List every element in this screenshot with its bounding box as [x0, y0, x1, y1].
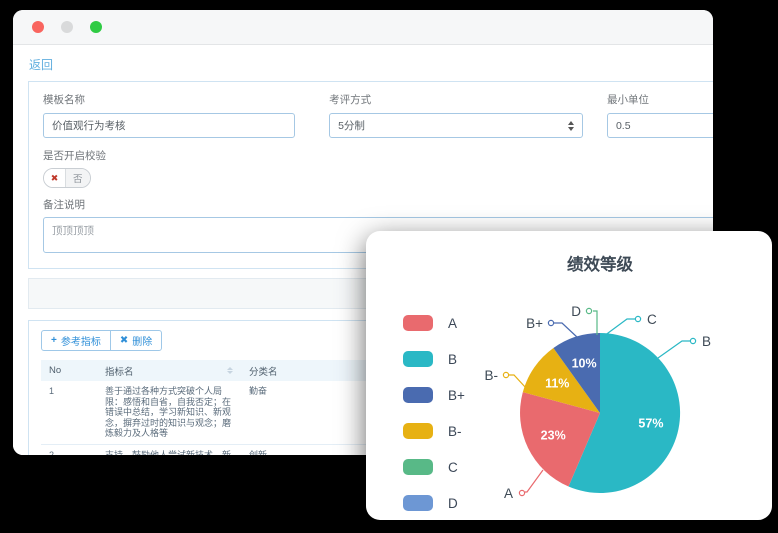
- row-indicator-name: 善于通过各种方式突破个人局限：感悟和自省，自我否定；在错误中总结，学习新知识、新…: [97, 381, 241, 444]
- callout-label-B: B: [702, 334, 711, 349]
- callout-label-A: A: [504, 486, 513, 501]
- back-row: 返回: [13, 45, 713, 81]
- row-indicator-name: 支持、鼓励他人尝试新技术、新方法，并允许出现小问题: [97, 444, 241, 455]
- validation-toggle-label: 是否开启校验: [43, 148, 713, 163]
- callout-dot-icon: [548, 320, 553, 325]
- callout-dot-icon: [586, 308, 591, 313]
- back-link[interactable]: 返回: [29, 58, 53, 72]
- zoom-window-icon[interactable]: [90, 21, 102, 33]
- slice-percent-label: 57%: [638, 416, 663, 430]
- evaluation-method-label: 考评方式: [329, 92, 583, 107]
- col-header-indicator-name: 指标名: [97, 360, 241, 381]
- select-updown-icon: [568, 121, 574, 131]
- callout-line-B: [658, 341, 690, 358]
- callout-dot-icon: [503, 372, 508, 377]
- plus-icon: +: [51, 335, 57, 346]
- remark-label: 备注说明: [43, 197, 713, 212]
- x-icon: ✖: [120, 335, 128, 346]
- min-unit-input[interactable]: [607, 113, 713, 138]
- callout-label-D: D: [571, 304, 581, 319]
- row-no: 2: [41, 444, 97, 455]
- add-reference-indicator-button[interactable]: + 参考指标: [41, 330, 111, 351]
- toggle-state-label: 否: [66, 169, 90, 187]
- evaluation-method-select[interactable]: 5分制: [329, 113, 583, 138]
- template-name-label: 模板名称: [43, 92, 295, 107]
- validation-toggle[interactable]: ✖ 否: [43, 168, 91, 188]
- callout-dot-icon: [519, 490, 524, 495]
- min-unit-label: 最小单位: [607, 92, 713, 107]
- callout-label-C: C: [647, 312, 657, 327]
- callout-line-A: [525, 470, 543, 492]
- window-titlebar: [13, 10, 713, 45]
- callout-label-B-: B-: [485, 368, 499, 383]
- slice-percent-label: 23%: [541, 429, 566, 443]
- delete-button[interactable]: ✖ 删除: [110, 330, 162, 351]
- callout-label-B+: B+: [526, 316, 543, 331]
- callout-line-B-: [509, 375, 526, 388]
- close-window-icon[interactable]: [32, 21, 44, 33]
- evaluation-method-value: 5分制: [338, 118, 365, 133]
- callout-line-B+: [554, 323, 578, 338]
- performance-grade-card: 绩效等级 ABB+B-CD 57%23%11%10%DCBB+B-A: [366, 231, 772, 520]
- row-no: 1: [41, 381, 97, 444]
- slice-percent-label: 10%: [572, 356, 597, 370]
- callout-line-D: [593, 311, 597, 335]
- toggle-off-icon: ✖: [44, 169, 66, 187]
- sort-icon[interactable]: [227, 367, 233, 374]
- callout-line-C: [604, 319, 635, 336]
- callout-dot-icon: [635, 316, 640, 321]
- callout-dot-icon: [690, 338, 695, 343]
- minimize-window-icon[interactable]: [61, 21, 73, 33]
- slice-percent-label: 11%: [545, 376, 569, 390]
- col-header-no: No: [41, 360, 97, 381]
- template-name-input[interactable]: [43, 113, 295, 138]
- pie-chart[interactable]: 57% 23% 11%10% D C B B+ B- A: [366, 231, 772, 520]
